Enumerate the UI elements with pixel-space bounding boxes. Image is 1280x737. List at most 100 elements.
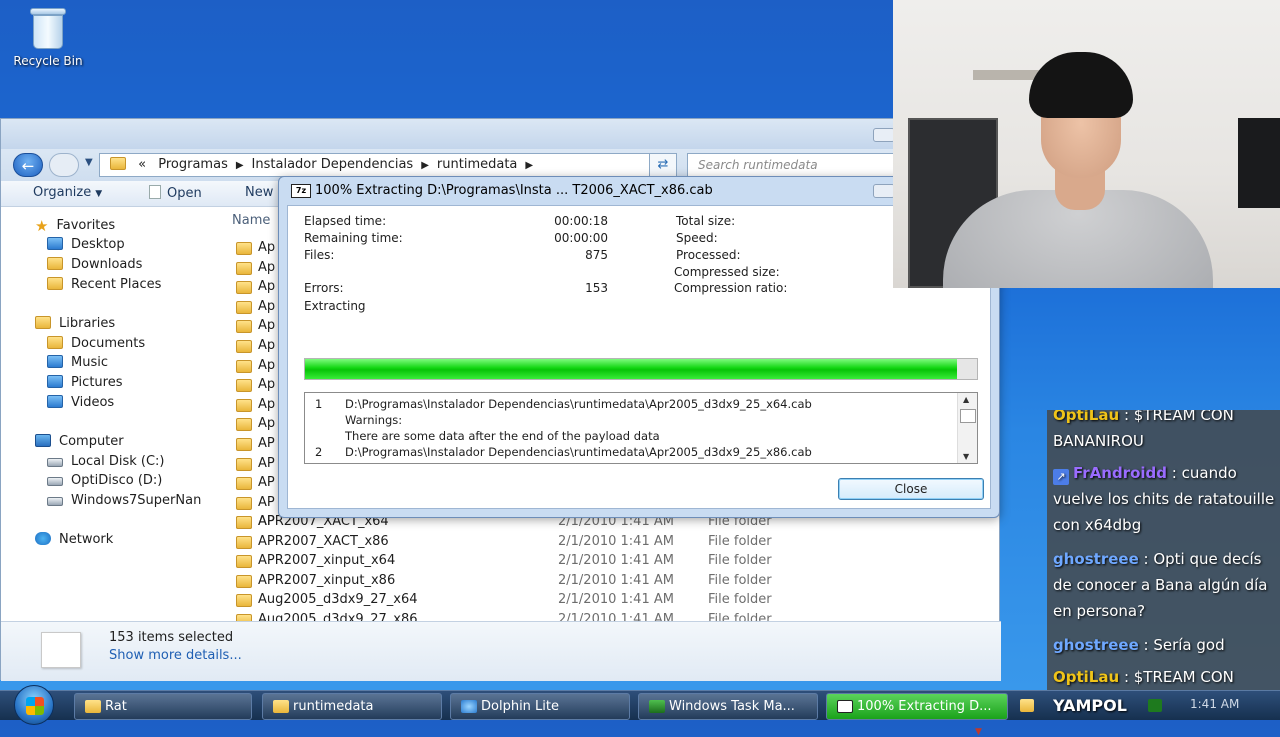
taskbar-item-dolphin[interactable]: Dolphin Lite — [450, 693, 630, 720]
folder-icon — [236, 555, 252, 569]
documents-icon — [47, 336, 63, 349]
message-scrollbar[interactable]: ▲ ▼ — [957, 393, 977, 463]
folder-icon — [236, 496, 252, 510]
nav-music[interactable]: Music — [47, 355, 108, 370]
file-name: APR2007_XACT_x86 — [258, 533, 389, 549]
navigation-pane: ★ Favorites Desktop Downloads Recent Plac… — [1, 207, 223, 617]
folder-icon — [85, 700, 101, 713]
back-button[interactable]: ← — [13, 153, 43, 177]
tray-network-icon[interactable] — [1148, 699, 1162, 712]
refresh-button[interactable]: ⇄ — [649, 153, 677, 177]
scroll-up-icon[interactable]: ▲ — [963, 395, 969, 404]
recycle-bin[interactable]: Recycle Bin — [8, 6, 88, 68]
start-button[interactable] — [14, 685, 54, 725]
nav-optidisco[interactable]: OptiDisco (D:) — [47, 473, 162, 488]
recycle-bin-icon — [28, 6, 68, 50]
column-header-name[interactable]: Name — [232, 213, 270, 228]
webcam-monitor — [1238, 118, 1280, 208]
nav-favorites[interactable]: ★ Favorites — [35, 217, 115, 235]
taskbar-item-extracting[interactable]: 100% Extracting D... — [826, 693, 1008, 720]
drive-icon — [47, 458, 63, 467]
nav-desktop[interactable]: Desktop — [47, 237, 125, 252]
chat-message: OptiLau : $TREAM CON — [1053, 664, 1279, 690]
file-name: Ap — [258, 240, 276, 255]
nav-videos[interactable]: Videos — [47, 395, 114, 410]
elapsed-label: Elapsed time: — [304, 214, 387, 228]
nav-network[interactable]: Network — [35, 532, 113, 547]
taskbar-item-runtimedata[interactable]: runtimedata — [262, 693, 442, 720]
taskbar-item-task-manager[interactable]: Windows Task Ma... — [638, 693, 818, 720]
chat-message: ghostreee : Sería god — [1053, 632, 1279, 658]
7zip-icon — [837, 700, 853, 713]
overlay-name-label: YAMPOL — [1053, 696, 1127, 715]
folder-icon — [236, 477, 252, 491]
open-button[interactable]: Open — [149, 185, 202, 201]
minimize-button[interactable] — [873, 128, 895, 142]
desktop-icon — [47, 237, 63, 250]
breadcrumb-runtimedata[interactable]: runtimedata — [437, 157, 517, 172]
nav-downloads[interactable]: Downloads — [47, 257, 142, 272]
folder-icon — [273, 700, 289, 713]
dialog-title: 100% Extracting D:\Programas\Insta ... T… — [315, 183, 713, 198]
scroll-down-icon[interactable]: ▼ — [975, 727, 982, 737]
nav-recent-places[interactable]: Recent Places — [47, 277, 161, 292]
nav-libraries[interactable]: Libraries — [35, 316, 115, 331]
file-date: 2/1/2010 1:41 AM — [558, 572, 674, 588]
nav-documents[interactable]: Documents — [47, 336, 145, 351]
file-name: AP — [258, 494, 275, 510]
file-type: File folder — [708, 572, 772, 588]
extract-dialog: 7z 100% Extracting D:\Programas\Insta ..… — [278, 176, 1000, 518]
history-dropdown-icon[interactable]: ▼ — [85, 157, 93, 168]
folder-icon — [236, 359, 252, 373]
chat-username: ghostreee — [1053, 550, 1139, 568]
message-text: D:\Programas\Instalador Dependencias\run… — [345, 397, 812, 411]
dialog-body: Elapsed time: 00:00:18 Remaining time: 0… — [287, 205, 991, 509]
message-number: 2 — [315, 445, 323, 459]
message-list[interactable]: 1 D:\Programas\Instalador Dependencias\ru… — [304, 392, 978, 464]
tray-folder-icon[interactable] — [1020, 699, 1034, 712]
dolphin-icon — [461, 700, 477, 713]
files-label: Files: — [304, 248, 335, 262]
forward-button[interactable] — [49, 153, 79, 177]
file-name: AP — [258, 436, 275, 451]
new-folder-button[interactable]: New — [245, 185, 273, 200]
message-text: There are some data after the end of the… — [345, 429, 660, 443]
7zip-icon: 7z — [291, 184, 311, 198]
progress-bar — [304, 358, 978, 380]
explorer-titlebar — [1, 119, 999, 149]
breadcrumb-instalador[interactable]: Instalador Dependencias — [252, 157, 414, 172]
dialog-minimize-button[interactable] — [873, 184, 895, 198]
taskbar-item-rat[interactable]: Rat — [74, 693, 252, 720]
recycle-bin-label: Recycle Bin — [13, 54, 83, 68]
table-row[interactable]: Aug2005_d3dx9_27_x64 2/1/2010 1:41 AM File… — [234, 591, 974, 610]
folder-icon — [236, 340, 252, 353]
organize-button[interactable]: Organize ▼ — [33, 185, 102, 200]
scroll-thumb[interactable] — [960, 409, 976, 423]
remaining-label: Remaining time: — [304, 231, 403, 245]
file-name: Aug2005_d3dx9_27_x64 — [258, 592, 418, 608]
network-icon — [35, 532, 51, 545]
nav-local-disk[interactable]: Local Disk (C:) — [47, 454, 164, 469]
address-bar[interactable]: « Programas ▶ Instalador Dependencias ▶ runt… — [99, 153, 671, 177]
nav-computer[interactable]: Computer — [35, 434, 124, 449]
scroll-down-icon[interactable]: ▼ — [963, 452, 969, 461]
file-name: AP — [258, 455, 275, 471]
table-row[interactable]: APR2007_xinput_x64 2/1/2010 1:41 AM File f… — [234, 552, 974, 571]
breadcrumb-programas[interactable]: Programas — [158, 157, 228, 172]
table-row[interactable]: APR2007_XACT_x86 2/1/2010 1:41 AM File fol… — [234, 533, 974, 552]
taskbar-clock[interactable]: 1:41 AM — [1190, 697, 1239, 711]
folder-icon — [236, 242, 252, 255]
nav-pictures[interactable]: Pictures — [47, 375, 122, 390]
folder-icon — [236, 516, 252, 529]
search-input[interactable]: Search runtimedata — [687, 153, 907, 177]
table-row[interactable]: APR2007_xinput_x86 2/1/2010 1:41 AM File f… — [234, 572, 974, 591]
chat-username: OptiLau — [1053, 668, 1120, 686]
files-value: 875 — [585, 248, 608, 262]
nav-windows7supernan[interactable]: Windows7SuperNan — [47, 493, 201, 508]
downloads-icon — [47, 257, 63, 270]
pictures-icon — [47, 375, 63, 388]
file-name: Ap — [258, 357, 276, 373]
show-more-details-link[interactable]: Show more details... — [109, 648, 242, 663]
close-button[interactable]: Close — [838, 478, 984, 500]
breadcrumb-overflow[interactable]: « — [138, 157, 146, 172]
